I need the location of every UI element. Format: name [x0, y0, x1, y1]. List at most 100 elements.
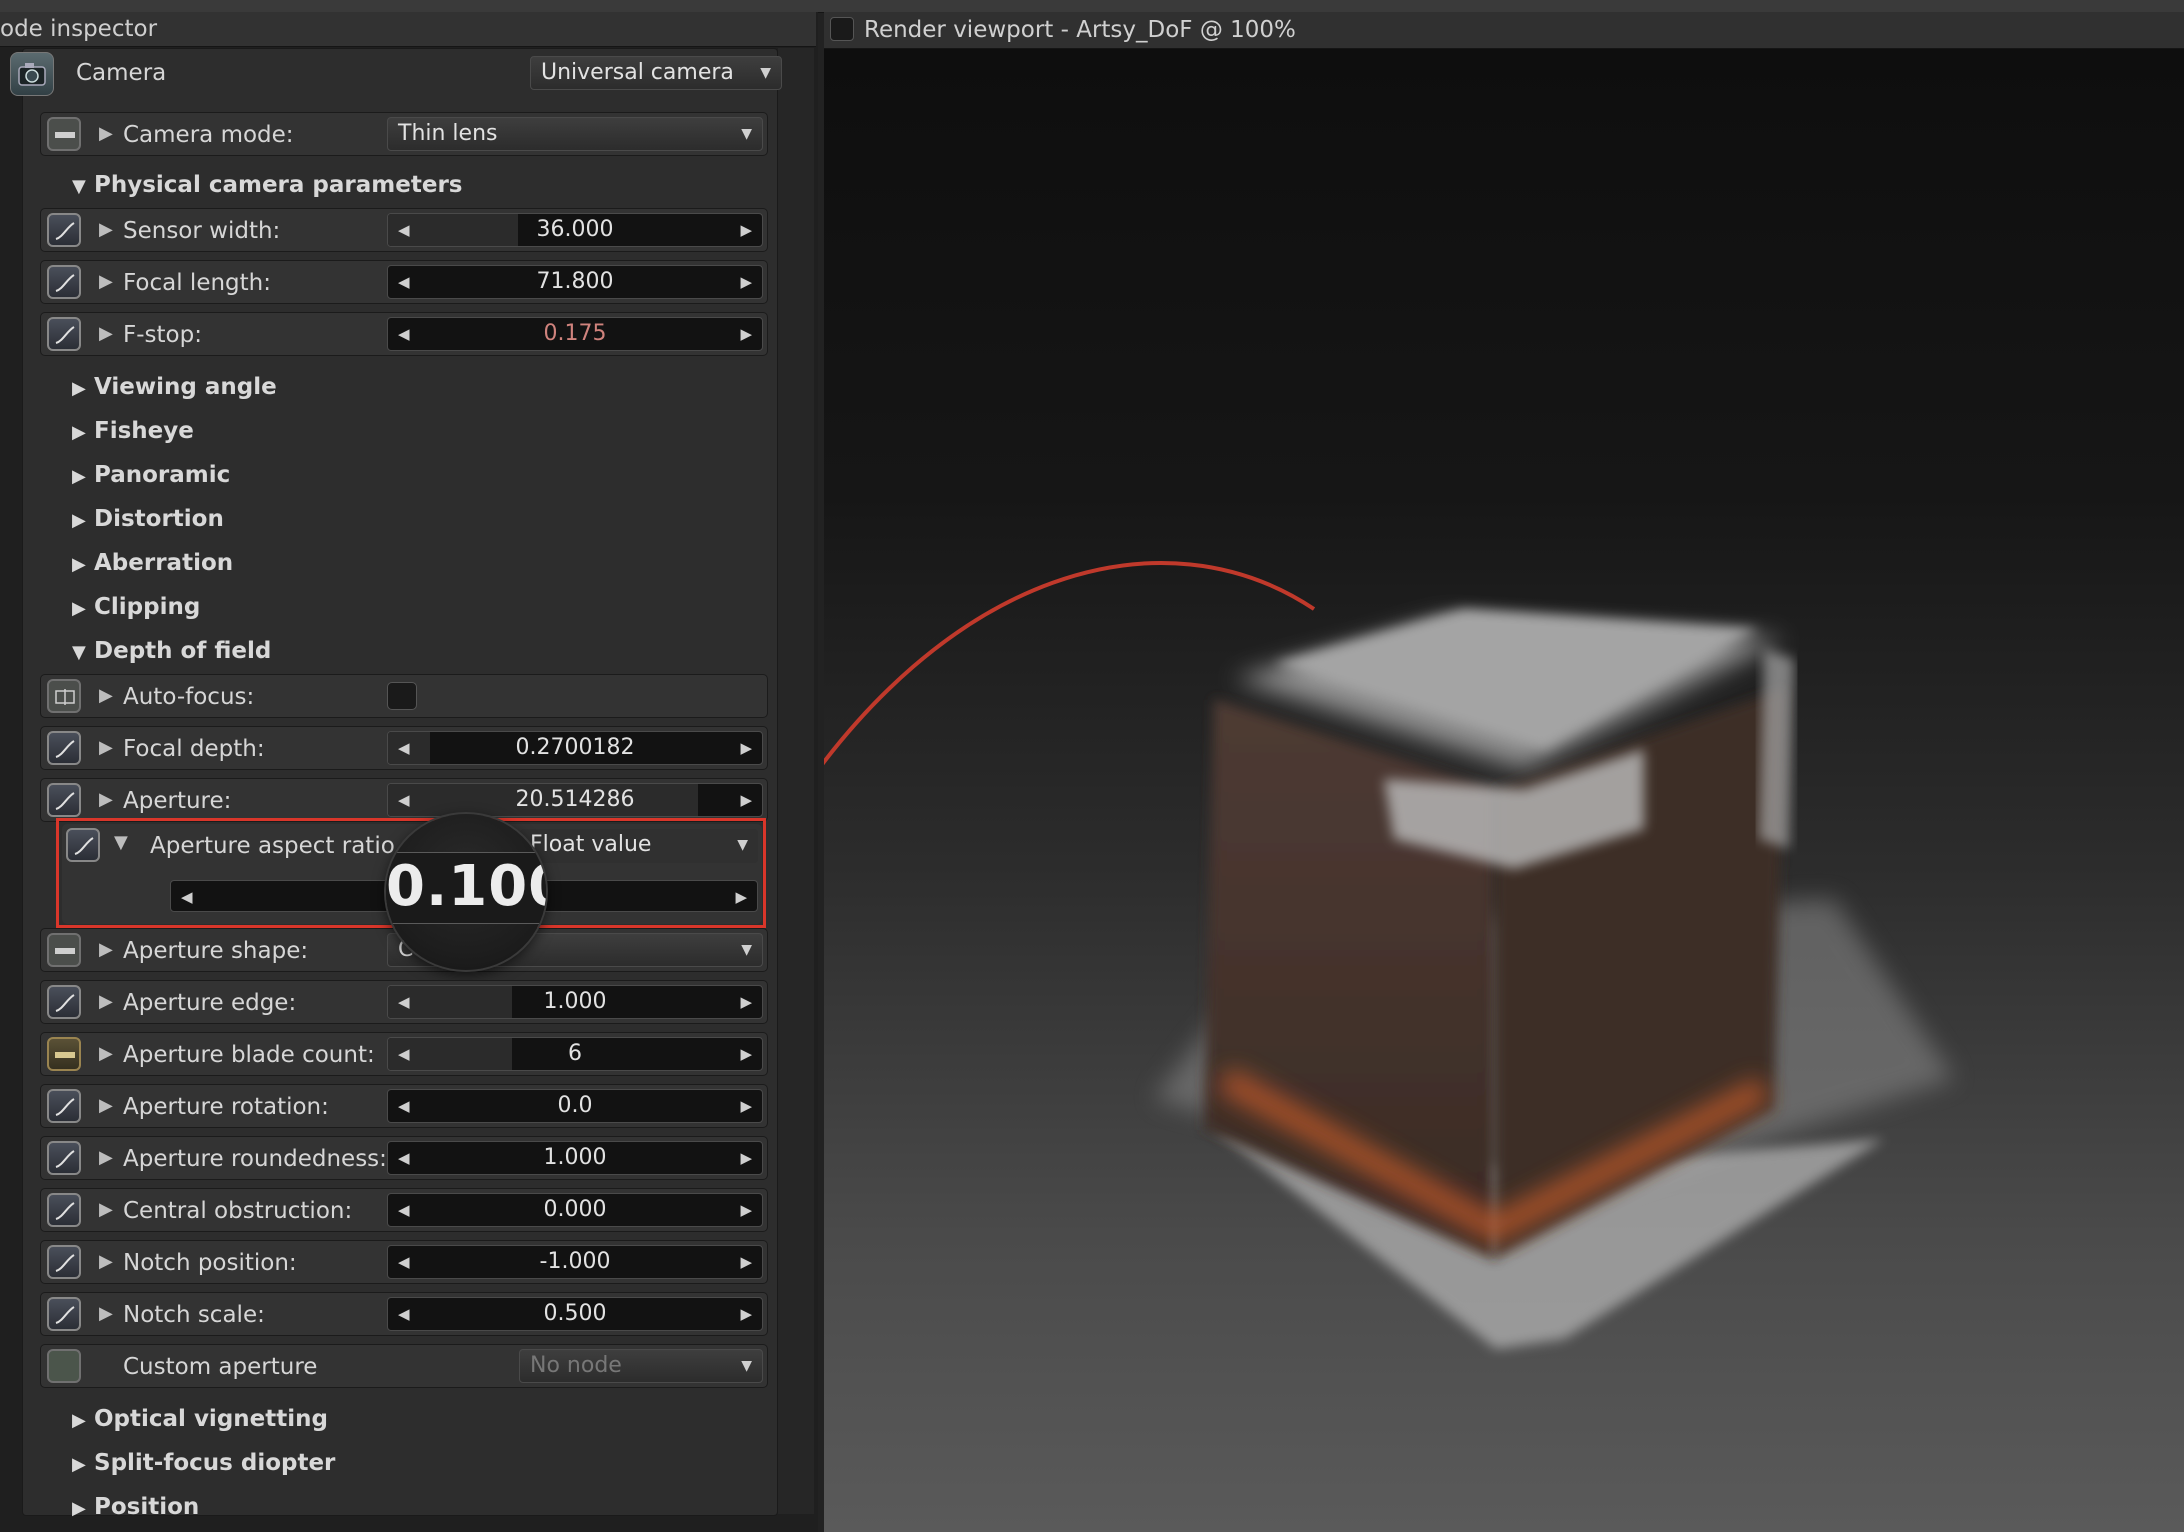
fstop-slider[interactable]: ◀ 0.175 ▶ [387, 317, 763, 351]
aperture-roundedness-label: Aperture roundedness: [123, 1146, 387, 1172]
triangle-right-icon: ▶ [72, 378, 86, 399]
increment-arrow-icon[interactable]: ▶ [740, 318, 752, 350]
notch-scale-value[interactable]: 0.500 [388, 1298, 762, 1330]
section-clipping[interactable]: ▶ Clipping [72, 594, 200, 620]
central-obstruction-slider[interactable]: ◀ 0.000 ▶ [387, 1193, 763, 1227]
increment-arrow-icon[interactable]: ▶ [740, 214, 752, 246]
aperture-slider[interactable]: ◀ 20.514286 ▶ [387, 783, 763, 817]
increment-arrow-icon[interactable]: ▶ [740, 266, 752, 298]
expand-triangle-icon[interactable]: ▶ [99, 685, 113, 706]
focal-length-value[interactable]: 71.800 [388, 266, 762, 298]
expand-triangle-icon[interactable]: ▶ [99, 1095, 113, 1116]
viewport-toggle-checkbox[interactable] [830, 16, 854, 41]
curve-graph-icon[interactable] [47, 1245, 81, 1279]
notch-position-row: ▶ Notch position: ◀ -1.000 ▶ [40, 1240, 768, 1284]
notch-position-slider[interactable]: ◀ -1.000 ▶ [387, 1245, 763, 1279]
aperture-rotation-slider[interactable]: ◀ 0.0 ▶ [387, 1089, 763, 1123]
section-aberration[interactable]: ▶ Aberration [72, 550, 233, 576]
aperture-rotation-label: Aperture rotation: [123, 1094, 329, 1120]
increment-arrow-icon[interactable]: ▶ [740, 1194, 752, 1226]
expand-triangle-icon[interactable]: ▶ [99, 939, 113, 960]
focal-depth-value[interactable]: 0.2700182 [388, 732, 762, 764]
bar-icon[interactable] [47, 1037, 81, 1071]
increment-arrow-icon[interactable]: ▶ [740, 732, 752, 764]
increment-arrow-icon[interactable]: ▶ [740, 1038, 752, 1070]
section-split-focus[interactable]: ▶ Split-focus diopter [72, 1450, 335, 1476]
aperture-value[interactable]: 20.514286 [388, 784, 762, 816]
blade-count-value[interactable]: 6 [388, 1038, 762, 1070]
fstop-value[interactable]: 0.175 [388, 318, 762, 350]
aperture-edge-slider[interactable]: ◀ 1.000 ▶ [387, 985, 763, 1019]
curve-graph-icon[interactable] [47, 1141, 81, 1175]
section-physical-camera[interactable]: ▼ Physical camera parameters [72, 172, 462, 198]
expand-triangle-icon[interactable]: ▶ [99, 323, 113, 344]
central-obstruction-value[interactable]: 0.000 [388, 1194, 762, 1226]
aperture-edge-value[interactable]: 1.000 [388, 986, 762, 1018]
expand-triangle-icon[interactable]: ▶ [99, 219, 113, 240]
focal-length-label: Focal length: [123, 270, 271, 296]
camera-mode-dropdown[interactable]: Thin lens ▼ [387, 117, 763, 151]
expand-triangle-icon[interactable]: ▶ [99, 737, 113, 758]
section-viewing-angle[interactable]: ▶ Viewing angle [72, 374, 277, 400]
inspector-scrollbar[interactable] [778, 48, 814, 1514]
increment-arrow-icon[interactable]: ▶ [740, 1090, 752, 1122]
bar-icon[interactable] [47, 117, 81, 151]
blade-count-slider[interactable]: ◀ 6 ▶ [387, 1037, 763, 1071]
section-fisheye[interactable]: ▶ Fisheye [72, 418, 194, 444]
expand-triangle-icon[interactable]: ▶ [99, 271, 113, 292]
expand-triangle-icon[interactable]: ▶ [99, 789, 113, 810]
magnified-value: 0.100 [386, 854, 546, 919]
sensor-width-slider[interactable]: ◀ 36.000 ▶ [387, 213, 763, 247]
curve-graph-icon[interactable] [47, 1089, 81, 1123]
aperture-label: Aperture: [123, 788, 232, 814]
curve-graph-icon[interactable] [47, 213, 81, 247]
focal-depth-slider[interactable]: ◀ 0.2700182 ▶ [387, 731, 763, 765]
curve-graph-icon[interactable] [47, 985, 81, 1019]
increment-arrow-icon[interactable]: ▶ [740, 1246, 752, 1278]
curve-graph-icon[interactable] [47, 317, 81, 351]
aperture-roundedness-value[interactable]: 1.000 [388, 1142, 762, 1174]
auto-focus-checkbox[interactable] [387, 682, 417, 710]
expand-triangle-icon[interactable]: ▶ [99, 1147, 113, 1168]
expand-triangle-icon[interactable]: ▶ [99, 1303, 113, 1324]
section-distortion[interactable]: ▶ Distortion [72, 506, 224, 532]
increment-arrow-icon[interactable]: ▶ [740, 1298, 752, 1330]
section-depth-of-field[interactable]: ▼ Depth of field [72, 638, 271, 664]
camera-type-dropdown[interactable]: Universal camera ▼ [530, 56, 782, 90]
expand-triangle-icon[interactable]: ▶ [99, 1251, 113, 1272]
auto-focus-row: ▶ Auto-focus: [40, 674, 768, 718]
aperture-rotation-value[interactable]: 0.0 [388, 1090, 762, 1122]
node-slot-icon[interactable] [47, 1349, 81, 1383]
notch-position-value[interactable]: -1.000 [388, 1246, 762, 1278]
custom-aperture-dropdown[interactable]: No node ▼ [519, 1349, 763, 1383]
expand-triangle-icon[interactable]: ▶ [99, 123, 113, 144]
section-position[interactable]: ▶ Position [72, 1494, 199, 1520]
magnifier-lens: 0.100 [386, 814, 546, 970]
section-panoramic[interactable]: ▶ Panoramic [72, 462, 230, 488]
chevron-down-icon: ▼ [741, 1358, 752, 1374]
aperture-roundedness-slider[interactable]: ◀ 1.000 ▶ [387, 1141, 763, 1175]
expand-triangle-icon[interactable]: ▶ [99, 1199, 113, 1220]
sensor-width-value[interactable]: 36.000 [388, 214, 762, 246]
section-optical-vignetting[interactable]: ▶ Optical vignetting [72, 1406, 328, 1432]
expand-triangle-icon[interactable]: ▶ [99, 991, 113, 1012]
notch-scale-slider[interactable]: ◀ 0.500 ▶ [387, 1297, 763, 1331]
bar-icon[interactable] [47, 933, 81, 967]
camera-mode-value: Thin lens [398, 121, 498, 146]
increment-arrow-icon[interactable]: ▶ [740, 784, 752, 816]
increment-arrow-icon[interactable]: ▶ [740, 986, 752, 1018]
focal-length-slider[interactable]: ◀ 71.800 ▶ [387, 265, 763, 299]
curve-graph-icon[interactable] [47, 731, 81, 765]
curve-graph-icon[interactable] [47, 1193, 81, 1227]
expand-triangle-icon[interactable]: ▶ [99, 1043, 113, 1064]
autofocus-icon[interactable] [47, 679, 81, 713]
triangle-right-icon: ▶ [72, 1410, 86, 1431]
increment-arrow-icon[interactable]: ▶ [740, 1142, 752, 1174]
render-canvas[interactable] [824, 49, 2184, 1532]
sensor-width-label: Sensor width: [123, 218, 281, 244]
curve-graph-icon[interactable] [47, 265, 81, 299]
triangle-down-icon: ▼ [72, 176, 86, 197]
curve-graph-icon[interactable] [47, 1297, 81, 1331]
rendered-scene [824, 561, 1954, 1349]
curve-graph-icon[interactable] [47, 783, 81, 817]
